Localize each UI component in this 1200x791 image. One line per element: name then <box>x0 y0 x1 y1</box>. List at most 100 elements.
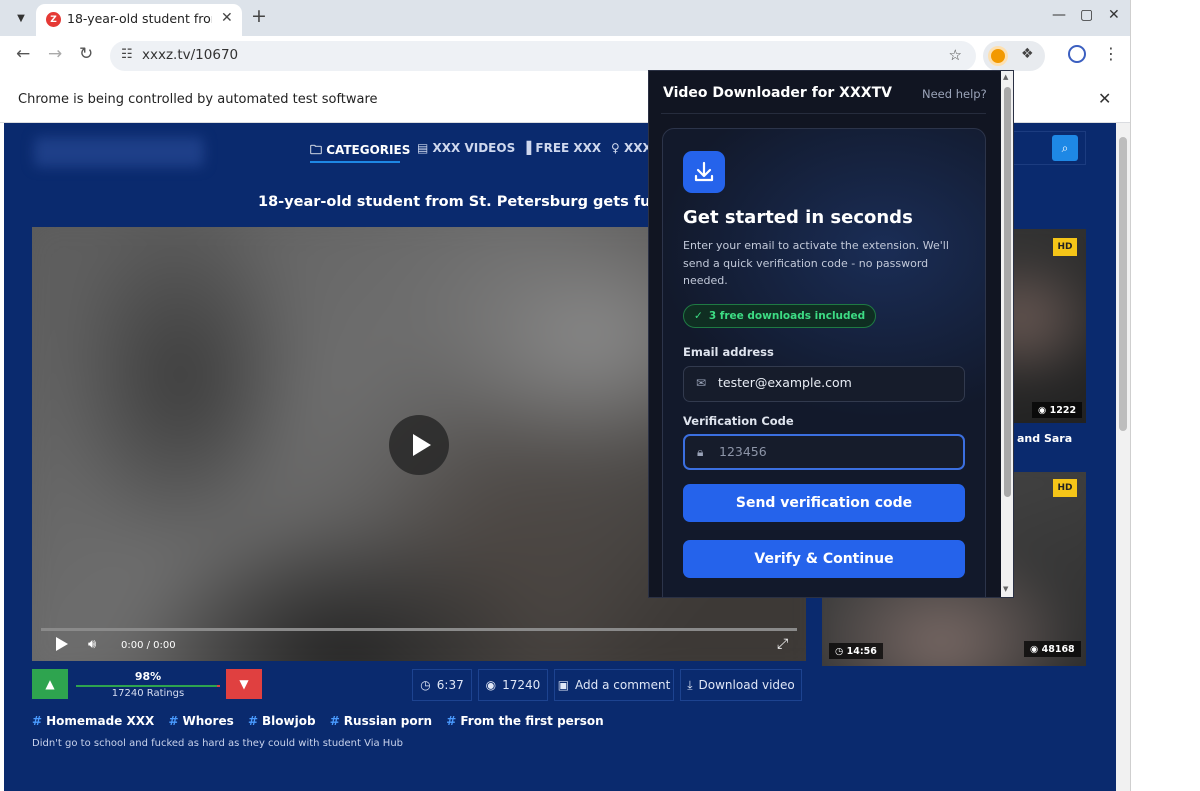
email-label: Email address <box>683 345 774 359</box>
bookmark-star-icon[interactable]: ☆ <box>949 46 962 64</box>
tag-link[interactable]: # From the first person <box>446 714 603 728</box>
extensions-group: ❖ <box>983 41 1045 71</box>
page-scrollbar-thumb[interactable] <box>1119 137 1127 431</box>
video-title: 18-year-old student from St. Petersburg … <box>258 194 658 210</box>
clock-icon: ◷ <box>420 678 431 692</box>
forward-icon[interactable]: → <box>48 44 62 64</box>
video-description: Didn't go to school and fucked as hard a… <box>32 738 404 749</box>
nav-active-underline <box>310 161 400 163</box>
card-subtitle: Enter your email to activate the extensi… <box>683 239 949 287</box>
hd-badge: HD <box>1053 238 1077 256</box>
verify-continue-button[interactable]: Verify & Continue <box>683 540 965 578</box>
hd-badge: HD <box>1053 479 1077 497</box>
eye-icon: ◉ <box>1038 404 1047 416</box>
chart-icon: ▐ <box>522 141 532 155</box>
popup-scrollbar[interactable]: ▲ ▼ <box>1001 71 1013 597</box>
favicon-icon: Z <box>46 12 61 27</box>
extensions-puzzle-icon[interactable]: ❖ <box>1021 46 1034 62</box>
onboarding-card: Get started in seconds Enter your email … <box>662 128 986 597</box>
browser-tab[interactable]: Z 18-year-old student from St. Petersbur… <box>36 4 242 36</box>
page-scrollbar[interactable] <box>1116 123 1130 791</box>
thumb-views: ◉ 1222 <box>1032 402 1083 418</box>
popup-title: Video Downloader for XXXTV <box>663 85 892 101</box>
video-time: 0:00 / 0:00 <box>121 640 176 651</box>
profile-icon[interactable] <box>1068 45 1086 63</box>
verification-code-input[interactable] <box>719 444 955 459</box>
email-field[interactable]: ✉ <box>683 366 965 402</box>
email-input[interactable] <box>718 375 954 390</box>
free-downloads-badge: ✓ 3 free downloads included <box>683 304 877 328</box>
tag-link[interactable]: # Russian porn <box>330 714 432 728</box>
clock-icon: ◷ <box>835 645 844 657</box>
nav-categories[interactable]: 🗀 CATEGORIES <box>310 141 410 162</box>
rating-bar-fill <box>76 685 218 687</box>
tab-title: 18-year-old student from St. Petersburg <box>67 11 212 26</box>
volume-icon[interactable]: 🔊︎ <box>88 637 96 652</box>
code-label: Verification Code <box>683 414 794 428</box>
download-icon <box>683 151 725 193</box>
lock-icon: 🔒︎ <box>697 445 704 459</box>
thumbs-down-icon: ▼ <box>239 677 249 691</box>
menu-kebab-icon[interactable]: ⋮ <box>1103 44 1119 63</box>
thumb-views: ◉ 48168 <box>1024 641 1081 657</box>
tag-link[interactable]: # Blowjob <box>248 714 316 728</box>
desktop-gutter <box>1130 0 1200 791</box>
calendar-icon: ▤ <box>417 141 429 155</box>
play-overlay-icon[interactable] <box>389 415 449 475</box>
download-video-button[interactable]: ⤓ Download video <box>680 669 802 701</box>
rating-bar <box>76 685 220 687</box>
tag-list: # Homemade XXX # Whores # Blowjob # Russian … <box>32 714 614 728</box>
tab-strip: ▼ Z 18-year-old student from St. Petersb… <box>0 0 1130 36</box>
tab-search-chevron-icon[interactable]: ▼ <box>10 8 32 28</box>
download-icon: ⤓ <box>687 677 693 692</box>
add-comment-button[interactable]: ▣ Add a comment <box>554 669 674 701</box>
fullscreen-icon[interactable]: ⤢ <box>777 636 788 652</box>
thumbs-up-icon: ▲ <box>45 677 55 691</box>
reload-icon[interactable]: ↻ <box>79 44 93 64</box>
video-progress-bar[interactable] <box>41 628 797 631</box>
scroll-down-icon[interactable]: ▼ <box>1003 585 1008 593</box>
address-bar[interactable]: ☷ xxxz.tv/10670 ☆ <box>110 41 976 71</box>
card-title: Get started in seconds <box>683 207 913 228</box>
views-stat: ◉ 17240 <box>478 669 548 701</box>
video-downloader-extension-icon[interactable] <box>988 46 1008 66</box>
nav-xxx-videos[interactable]: ▤ XXX VIDEOS <box>417 141 515 155</box>
play-icon[interactable] <box>56 637 68 651</box>
tag-link[interactable]: # Whores <box>168 714 233 728</box>
nav-more[interactable]: ♀ XXX <box>611 141 652 155</box>
thumb-duration: ◷ 14:56 <box>829 643 883 659</box>
folder-icon: 🗀 <box>310 143 323 157</box>
back-icon[interactable]: ← <box>16 44 30 64</box>
site-info-icon[interactable]: ☷ <box>121 47 133 62</box>
send-code-button[interactable]: Send verification code <box>683 484 965 522</box>
rating-percent: 98% <box>134 670 162 683</box>
eye-icon: ◉ <box>1030 643 1039 655</box>
scroll-up-icon[interactable]: ▲ <box>1003 73 1008 81</box>
window-close-icon[interactable]: ✕ <box>1108 7 1120 23</box>
new-tab-icon[interactable]: + <box>251 5 267 27</box>
need-help-link[interactable]: Need help? <box>922 87 987 101</box>
pin-icon: ♀ <box>611 141 620 155</box>
comment-icon: ▣ <box>557 678 570 692</box>
extension-popup: Video Downloader for XXXTV Need help? Ge… <box>648 70 1014 598</box>
url-text: xxxz.tv/10670 <box>142 47 239 63</box>
mail-icon: ✉ <box>696 376 707 390</box>
search-icon[interactable]: ⌕ <box>1052 135 1078 161</box>
maximize-icon[interactable]: ▢ <box>1080 7 1093 23</box>
verification-code-field[interactable]: 🔒︎ <box>683 434 965 470</box>
check-circle-icon: ✓ <box>694 310 703 322</box>
dislike-button[interactable]: ▼ <box>226 669 262 699</box>
site-logo[interactable] <box>34 137 204 167</box>
rating-count: 17240 Ratings <box>111 688 185 699</box>
related-title[interactable]: and Sara <box>1017 432 1072 445</box>
infobar-close-icon[interactable]: ✕ <box>1098 89 1111 108</box>
nav-free-xxx[interactable]: ▐ FREE XXX <box>522 141 601 155</box>
popup-divider <box>661 113 986 114</box>
like-button[interactable]: ▲ <box>32 669 68 699</box>
duration-stat: ◷ 6:37 <box>412 669 472 701</box>
tab-close-icon[interactable]: ✕ <box>221 10 233 26</box>
minimize-icon[interactable]: — <box>1052 7 1066 23</box>
infobar-message: Chrome is being controlled by automated … <box>18 92 378 107</box>
tag-link[interactable]: # Homemade XXX <box>32 714 154 728</box>
popup-scrollbar-thumb[interactable] <box>1004 87 1011 497</box>
